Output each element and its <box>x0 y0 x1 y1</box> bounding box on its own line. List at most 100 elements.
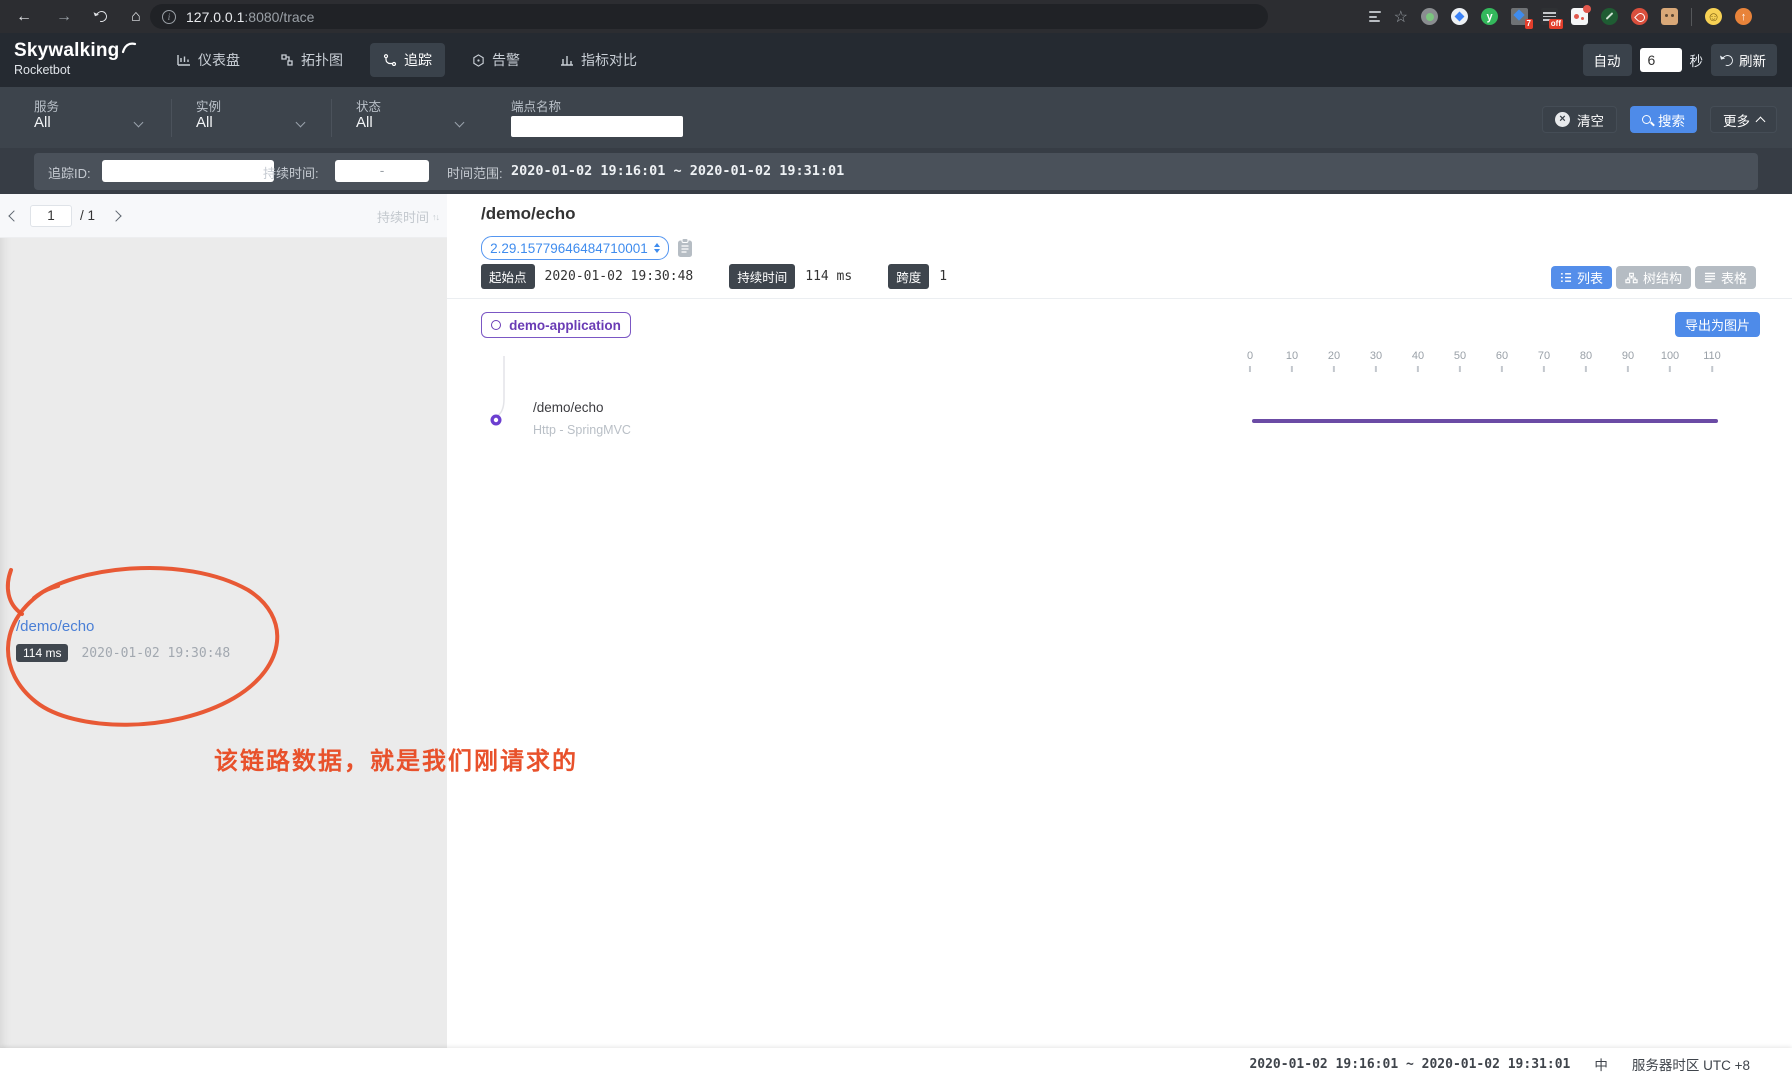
duration-value: 114 ms <box>805 269 852 284</box>
refresh-controls: 自动 秒 刷新 <box>1583 33 1778 87</box>
view-list-button[interactable]: 列表 <box>1551 266 1612 289</box>
chevron-down-icon <box>455 118 465 128</box>
clipboard-icon <box>677 238 693 258</box>
spans-value: 1 <box>939 269 947 284</box>
axis-tick: 110 <box>1703 350 1721 372</box>
span-duration-bar[interactable] <box>1252 419 1718 423</box>
service-select[interactable]: 服务 All <box>34 87 150 148</box>
nav-alarm[interactable]: 告警 <box>459 43 533 77</box>
language-toggle[interactable]: 中 <box>1594 1054 1608 1074</box>
alarm-icon <box>472 54 485 67</box>
logo-subtitle: Rocketbot <box>14 63 137 77</box>
info-icon[interactable]: i <box>162 10 176 24</box>
axis-tick: 70 <box>1538 350 1550 372</box>
extension-icon-4[interactable]: 7 <box>1511 8 1528 25</box>
service-legend-button[interactable]: demo-application <box>481 312 631 338</box>
extension-icon-8[interactable] <box>1631 8 1648 25</box>
table-view-icon <box>1704 272 1716 283</box>
view-tree-button[interactable]: 树结构 <box>1616 266 1691 289</box>
span-name[interactable]: /demo/echo <box>533 400 604 415</box>
view-table-button[interactable]: 表格 <box>1695 266 1756 289</box>
spans-badge: 跨度 <box>888 264 929 289</box>
axis-tick: 10 <box>1286 350 1298 372</box>
url-path: :8080/trace <box>244 9 314 25</box>
status-bar: 2020-01-02 19:16:01 ~ 2020-01-02 19:31:0… <box>0 1048 1792 1080</box>
duration-badge: 持续时间 <box>729 264 795 289</box>
endpoint-label: 端点名称 <box>511 96 561 115</box>
auto-refresh-button[interactable]: 自动 <box>1583 44 1632 76</box>
refresh-button[interactable]: 刷新 <box>1711 44 1777 76</box>
prev-page-icon[interactable] <box>8 210 19 221</box>
reload-icon[interactable] <box>94 9 109 24</box>
axis-tick: 100 <box>1661 350 1679 372</box>
trace-item-start-time: 2020-01-02 19:30:48 <box>81 646 230 661</box>
duration-filter-label: 持续时间: <box>263 163 319 182</box>
update-icon[interactable]: ↑ <box>1735 8 1752 25</box>
instance-select[interactable]: 实例 All <box>196 87 312 148</box>
trace-list-item[interactable]: /demo/echo 114 ms 2020-01-02 19:30:48 <box>16 618 230 662</box>
extension-icon-5[interactable]: off <box>1541 8 1558 25</box>
status-value: All <box>356 114 373 131</box>
nav-trace[interactable]: 追踪 <box>370 43 445 77</box>
forward-icon[interactable]: → <box>56 9 72 25</box>
axis-tick: 80 <box>1580 350 1592 372</box>
browser-toolbar-icons: ☆ y 7 off ☺ ↑ <box>1369 0 1752 33</box>
trace-id-select[interactable]: 2.29.15779646484710001 <box>481 236 669 260</box>
clear-button[interactable]: ×清空 <box>1542 106 1617 133</box>
logo-title: Skywalking <box>14 40 120 62</box>
tree-view-icon <box>1625 272 1638 284</box>
more-button[interactable]: 更多 <box>1710 106 1777 133</box>
nav-topology[interactable]: 拓扑图 <box>267 43 356 77</box>
topology-icon <box>280 54 294 66</box>
span-component: Http - SpringMVC <box>533 423 631 437</box>
skywalking-logo[interactable]: Skywalking Rocketbot <box>14 40 137 77</box>
refresh-interval-input[interactable] <box>1640 48 1682 72</box>
extension-icon-7[interactable] <box>1601 8 1618 25</box>
duration-filter-input[interactable] <box>335 160 429 182</box>
page-number-input[interactable]: 1 <box>30 205 72 227</box>
refresh-icon <box>1720 53 1735 68</box>
browser-nav-controls: ← → ⌂ <box>16 0 141 33</box>
search-icon <box>1642 115 1651 124</box>
copy-trace-id-button[interactable] <box>677 238 693 263</box>
extension-icon-6[interactable] <box>1571 8 1588 25</box>
trace-id-input[interactable] <box>102 160 274 182</box>
extension-icon-9[interactable] <box>1661 8 1678 25</box>
pagination-bar: 1 / 1 持续时间 ↑↓ <box>0 194 447 238</box>
dashboard-icon <box>177 54 191 66</box>
reading-list-icon[interactable] <box>1369 11 1381 22</box>
duration-sort-control[interactable]: 持续时间 ↑↓ <box>377 207 439 226</box>
trace-meta-row: 起始点 2020-01-02 19:30:48 持续时间 114 ms 跨度 1 <box>481 266 983 286</box>
trace-title: /demo/echo <box>481 204 575 224</box>
extension-icon-2[interactable] <box>1451 8 1468 25</box>
export-image-button[interactable]: 导出为图片 <box>1675 312 1760 337</box>
trace-item-endpoint[interactable]: /demo/echo <box>16 618 230 635</box>
address-bar[interactable]: i 127.0.0.1:8080/trace <box>150 4 1268 29</box>
extension-icon-3[interactable]: y <box>1481 8 1498 25</box>
screen: ← → ⌂ i 127.0.0.1:8080/trace ☆ y 7 off ☺… <box>0 0 1792 1080</box>
url-host: 127.0.0.1 <box>186 9 244 25</box>
axis-tick: 40 <box>1412 350 1424 372</box>
next-page-icon[interactable] <box>110 210 121 221</box>
status-select[interactable]: 状态 All <box>356 87 471 148</box>
home-icon[interactable]: ⌂ <box>131 9 141 25</box>
endpoint-name-input[interactable] <box>511 116 683 137</box>
axis-tick: 0 <box>1247 350 1253 372</box>
nav-dashboard[interactable]: 仪表盘 <box>164 43 253 77</box>
axis-tick: 50 <box>1454 350 1466 372</box>
sort-icon: ↑↓ <box>432 212 439 222</box>
profile-avatar[interactable]: ☺ <box>1705 8 1722 25</box>
axis-tick: 30 <box>1370 350 1382 372</box>
seconds-unit-label: 秒 <box>1690 50 1704 70</box>
search-button[interactable]: 搜索 <box>1630 106 1697 133</box>
instance-label: 实例 <box>196 96 221 115</box>
legend-service-label: demo-application <box>509 318 621 333</box>
extension-icon-1[interactable] <box>1421 8 1438 25</box>
trace-list-panel: 1 / 1 持续时间 ↑↓ /demo/echo 114 ms 2020-01-… <box>0 194 447 1048</box>
filter-divider <box>171 99 172 137</box>
logo-swoosh-icon <box>121 40 137 54</box>
time-range-value[interactable]: 2020-01-02 19:16:01 ~ 2020-01-02 19:31:0… <box>511 163 844 179</box>
bookmark-star-icon[interactable]: ☆ <box>1394 7 1408 27</box>
nav-metrics-compare[interactable]: 指标对比 <box>547 43 650 77</box>
back-icon[interactable]: ← <box>16 9 32 25</box>
